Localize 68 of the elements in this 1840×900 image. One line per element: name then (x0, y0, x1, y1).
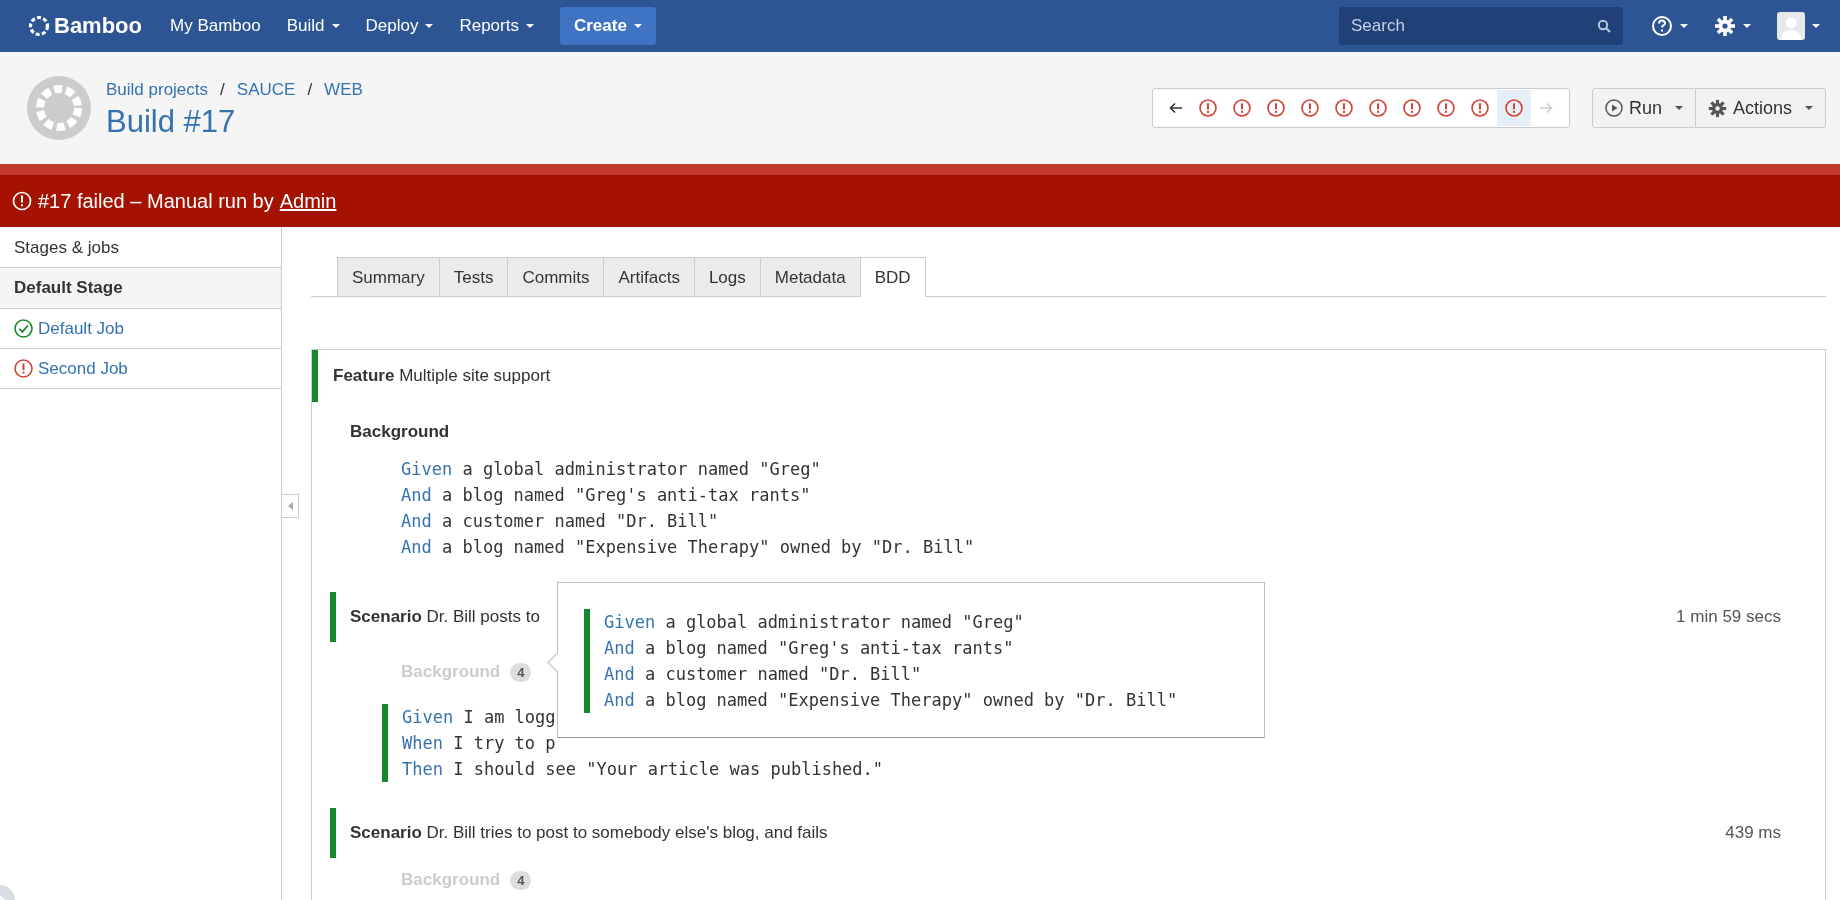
step-line: Given a global administrator named "Greg" (604, 611, 1025, 634)
nav-menu-item[interactable]: Build (286, 16, 340, 36)
duration-text: 439 ms (1725, 823, 1781, 843)
scenario-title: Scenario Dr. Bill posts to (349, 607, 540, 627)
breadcrumb-link[interactable]: WEB (324, 80, 363, 100)
status-message: #17 failed – Manual run by (38, 189, 274, 213)
caret-icon (633, 24, 642, 28)
caret-icon (1805, 106, 1813, 110)
caret-icon (1680, 24, 1688, 28)
help-icon (1651, 15, 1673, 37)
feature-title: Feature Multiple site support (332, 366, 551, 386)
step-line: And a blog named "Greg's anti-tax rants" (604, 637, 1015, 660)
caret-icon (1674, 106, 1683, 110)
step-line: When I try to p (402, 732, 556, 755)
step-line: And a blog named "Greg's anti-tax rants" (401, 484, 812, 507)
search-icon (1597, 19, 1611, 33)
actions-button[interactable]: Actions (1695, 88, 1826, 128)
step-line: And a customer named "Dr. Bill" (604, 663, 923, 686)
caret-icon (1812, 24, 1820, 28)
step-line: Given a global administrator named "Greg" (401, 458, 822, 481)
tab[interactable]: Logs (693, 257, 761, 296)
avatar-icon (1777, 12, 1805, 40)
job-link[interactable]: Second Job (38, 358, 128, 379)
breadcrumb-separator: / (307, 80, 313, 100)
error-icon (12, 191, 32, 211)
tab[interactable]: Commits (507, 257, 605, 296)
tab[interactable]: BDD (859, 257, 926, 297)
step-count-badge: 4 (510, 870, 532, 890)
page-title: Build #17 (106, 104, 237, 140)
duration-text: 1 min 59 secs (1676, 607, 1781, 627)
tab[interactable]: Artifacts (603, 257, 695, 296)
right-arrow-icon (1538, 102, 1553, 114)
gear-icon (1707, 98, 1727, 118)
caret-icon (1743, 24, 1751, 28)
step-count-badge: 4 (510, 662, 532, 682)
play-icon (1604, 99, 1623, 117)
nav-menu-item[interactable]: Reports (459, 16, 534, 36)
background-heading: Background (350, 422, 451, 442)
project-avatar-icon (26, 75, 92, 141)
help-menu[interactable] (1651, 15, 1688, 37)
settings-menu[interactable] (1714, 15, 1751, 37)
build-history-item[interactable] (1496, 90, 1531, 126)
user-menu[interactable] (1777, 12, 1820, 40)
nav-menu-item[interactable]: My Bamboo (170, 16, 261, 36)
tab[interactable]: Metadata (759, 257, 861, 296)
breadcrumb-link[interactable]: SAUCE (236, 80, 296, 100)
breadcrumb-separator: / (220, 80, 225, 100)
step-line: And a customer named "Dr. Bill" (401, 510, 720, 533)
user-link[interactable]: Admin (279, 189, 337, 213)
step-line: Given I am logg (402, 706, 556, 729)
create-button[interactable]: Create (559, 7, 656, 45)
logo-text[interactable]: Bamboo (54, 13, 142, 39)
tab[interactable]: Summary (337, 257, 440, 296)
bamboo-logo-icon (28, 15, 50, 37)
step-line: And a blog named "Expensive Therapy" owned by "Dr. Bill" (604, 689, 1178, 712)
run-button[interactable]: Run (1591, 88, 1696, 128)
stage-heading: Default Stage (0, 268, 281, 309)
settings-icon (1714, 15, 1736, 37)
left-arrow-icon (1168, 102, 1183, 114)
breadcrumb-link[interactable]: Build projects (106, 80, 209, 100)
job-link[interactable]: Default Job (38, 318, 124, 339)
step-line: Then I should see "Your article was published." (402, 758, 884, 781)
step-line: And a blog named "Expensive Therapy" owned by "Dr. Bill" (401, 536, 976, 559)
nav-menu-item[interactable]: Deploy (365, 16, 434, 36)
scenario-title: Scenario Dr. Bill tries to post to somebody else's blog, and fails (349, 823, 828, 843)
search-field[interactable]: Search (1339, 7, 1623, 45)
tab[interactable]: Tests (438, 257, 509, 296)
sidebar-collapse-handle[interactable] (282, 494, 299, 518)
